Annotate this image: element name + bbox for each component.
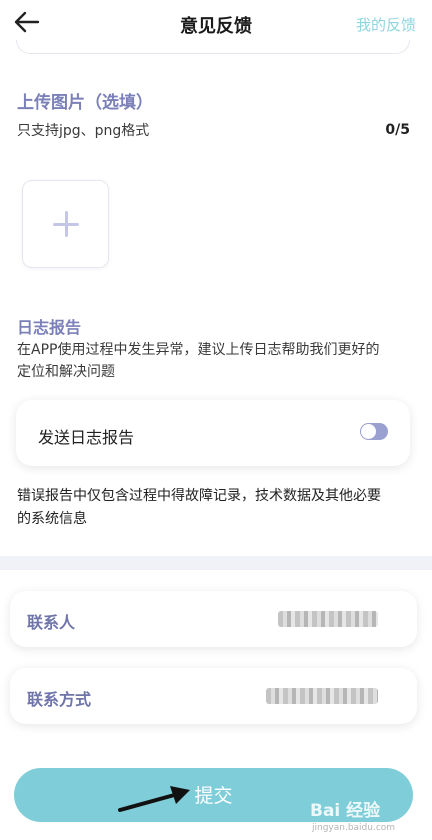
send-log-label: 发送日志报告 xyxy=(38,428,135,447)
feedback-textarea-edge[interactable] xyxy=(16,40,410,54)
contact-method-label: 联系方式 xyxy=(27,690,92,709)
contact-name-value-redacted xyxy=(278,611,378,627)
send-log-toggle[interactable] xyxy=(360,423,388,440)
pointer-arrow-icon xyxy=(118,786,190,812)
log-description-line2: 定位和解决问题 xyxy=(17,364,115,380)
send-log-card: 发送日志报告 xyxy=(16,400,410,466)
watermark-url: jingyan.baidu.com xyxy=(312,823,396,833)
log-section-title: 日志报告 xyxy=(17,318,82,337)
my-feedback-link[interactable]: 我的反馈 xyxy=(356,14,416,35)
watermark-logo: Bai 经验 xyxy=(310,801,381,821)
contact-name-field[interactable]: 联系人 xyxy=(10,591,417,647)
section-divider xyxy=(0,556,432,570)
upload-section-title: 上传图片（选填） xyxy=(17,93,153,113)
log-note-line1: 错误报告中仅包含过程中得故障记录，技术数据及其他必要 xyxy=(17,488,381,504)
add-image-button[interactable] xyxy=(22,180,109,268)
toggle-knob xyxy=(361,424,376,439)
log-note-line2: 的系统信息 xyxy=(17,511,87,527)
upload-count: 0/5 xyxy=(385,122,410,138)
upload-format-hint: 只支持jpg、png格式 xyxy=(17,123,150,139)
contact-name-label: 联系人 xyxy=(27,613,76,632)
log-description-line1: 在APP使用过程中发生异常，建议上传日志帮助我们更好的 xyxy=(17,342,380,358)
contact-method-field[interactable]: 联系方式 xyxy=(10,668,417,724)
contact-method-value-redacted xyxy=(266,688,378,704)
